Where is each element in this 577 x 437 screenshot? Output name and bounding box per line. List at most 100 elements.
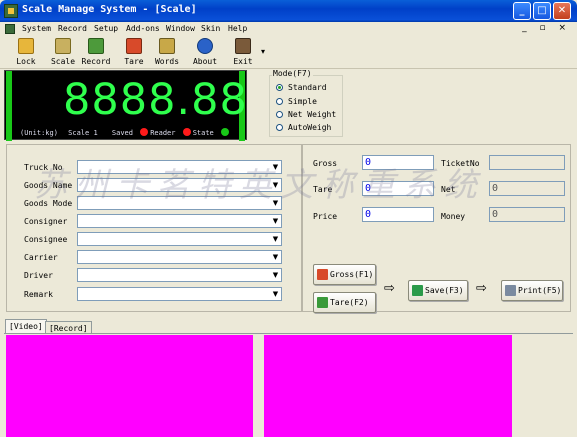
video-panel-1 — [6, 335, 253, 437]
tare-button[interactable]: Tare — [120, 38, 148, 68]
save-icon — [412, 285, 423, 296]
consigner-label: Consigner — [24, 217, 68, 226]
words-button[interactable]: Words — [152, 38, 182, 68]
truck-no-label: Truck No — [24, 163, 63, 172]
words-icon — [159, 38, 175, 54]
radio-unchecked-icon — [276, 124, 283, 131]
close-button[interactable]: ✕ — [553, 2, 571, 20]
state-label: State — [192, 129, 214, 137]
menu-skin[interactable]: Skin — [201, 24, 220, 33]
mode-simple-radio[interactable]: Simple — [276, 97, 317, 106]
menu-system[interactable]: System — [22, 24, 51, 33]
chevron-down-icon[interactable]: ▼ — [271, 289, 280, 299]
chevron-down-icon[interactable]: ▼ — [271, 216, 280, 226]
ticket-no-field — [489, 155, 565, 170]
tare-field[interactable]: 0 — [362, 181, 434, 196]
exit-button[interactable]: Exit — [230, 38, 256, 68]
ticket-no-label: TicketNo — [441, 159, 480, 168]
toolbar-overflow-icon[interactable]: ▾ — [261, 47, 265, 56]
about-icon — [197, 38, 213, 54]
consignee-combo[interactable]: ▼ — [77, 232, 282, 246]
state-led-icon — [221, 128, 229, 136]
record-icon — [88, 38, 104, 54]
goods-mode-combo[interactable]: ▼ — [77, 196, 282, 210]
remark-combo[interactable]: ▼ — [77, 287, 282, 301]
driver-label: Driver — [24, 271, 53, 280]
menu-window[interactable]: Window — [166, 24, 195, 33]
driver-combo[interactable]: ▼ — [77, 268, 282, 282]
consigner-combo[interactable]: ▼ — [77, 214, 282, 228]
mode-autoweigh-radio[interactable]: AutoWeigh — [276, 123, 331, 132]
mode-net-weight-radio[interactable]: Net Weight — [276, 110, 336, 119]
mdi-window-controls[interactable]: _ ▫ × — [522, 23, 571, 33]
menu-bar: System Record Setup Add-ons Window Skin … — [0, 22, 577, 36]
net-field: 0 — [489, 181, 565, 196]
chevron-down-icon[interactable]: ▼ — [271, 234, 280, 244]
left-indicator-bar — [6, 71, 12, 141]
truck-no-combo[interactable]: ▼ — [77, 160, 282, 174]
menu-setup[interactable]: Setup — [94, 24, 118, 33]
goods-mode-label: Goods Mode — [24, 199, 73, 208]
toolbar: Lock Scale Record Tare Words About Exit … — [0, 37, 577, 69]
consignee-label: Consignee — [24, 235, 68, 244]
scale-button[interactable]: Scale — [48, 38, 78, 68]
maximize-button[interactable]: □ — [533, 2, 551, 20]
gross-button[interactable]: Gross(F1) — [313, 264, 376, 285]
mode-standard-radio[interactable]: Standard — [276, 83, 327, 92]
tab-video[interactable]: [Video] — [5, 319, 47, 333]
menu-addons[interactable]: Add-ons — [126, 24, 160, 33]
weight-reading: 8888.88 — [63, 75, 248, 125]
carrier-label: Carrier — [24, 253, 58, 262]
scale-label: Scale 1 — [68, 129, 98, 137]
title-bar: Scale Manage System - [Scale] _ □ ✕ — [0, 0, 577, 22]
reader-led-icon — [182, 128, 191, 136]
print-button[interactable]: Print(F5) — [501, 280, 563, 301]
lock-button[interactable]: Lock — [12, 38, 40, 68]
window-title: Scale Manage System - [Scale] — [22, 4, 197, 15]
gross-label: Gross — [313, 159, 338, 168]
printer-icon — [505, 285, 516, 296]
video-panel-2 — [264, 335, 512, 437]
exit-icon — [235, 38, 251, 54]
record-button[interactable]: Record — [80, 38, 112, 68]
radio-unchecked-icon — [276, 111, 283, 118]
save-button[interactable]: Save(F3) — [408, 280, 468, 301]
gross-field[interactable]: 0 — [362, 155, 434, 170]
arrow-right-icon: ⇨ — [476, 281, 487, 296]
chevron-down-icon[interactable]: ▼ — [271, 162, 280, 172]
lock-icon — [18, 38, 34, 54]
price-label: Price — [313, 212, 338, 221]
truck-icon — [317, 297, 328, 308]
about-button[interactable]: About — [190, 38, 220, 68]
truck-icon — [317, 269, 328, 280]
saved-led-icon — [140, 128, 149, 136]
price-field[interactable]: 0 — [362, 207, 434, 222]
goods-name-combo[interactable]: ▼ — [77, 178, 282, 192]
menu-help[interactable]: Help — [228, 24, 247, 33]
menu-record[interactable]: Record — [58, 24, 87, 33]
display-status-line: (Unit:kg) Scale 1 Saved Reader State — [20, 128, 231, 137]
app-icon — [4, 4, 18, 18]
reader-label: Reader — [150, 129, 176, 137]
radio-checked-icon — [276, 84, 283, 91]
mdi-child-icon[interactable] — [5, 24, 15, 34]
unit-label: (Unit:kg) — [20, 129, 58, 137]
mode-group-title: Mode(F7) — [272, 69, 313, 78]
money-field: 0 — [489, 207, 565, 222]
chevron-down-icon[interactable]: ▼ — [271, 270, 280, 280]
truck-icon — [126, 38, 142, 54]
saved-label: Saved — [111, 129, 133, 137]
arrow-right-icon: ⇨ — [384, 281, 395, 296]
tare-label: Tare — [313, 185, 333, 194]
chevron-down-icon[interactable]: ▼ — [271, 180, 280, 190]
tab-record[interactable]: [Record] — [45, 321, 92, 333]
chevron-down-icon[interactable]: ▼ — [271, 252, 280, 262]
minimize-button[interactable]: _ — [513, 2, 531, 20]
radio-unchecked-icon — [276, 98, 283, 105]
chevron-down-icon[interactable]: ▼ — [271, 198, 280, 208]
money-label: Money — [441, 212, 466, 221]
tare-action-button[interactable]: Tare(F2) — [313, 292, 376, 313]
carrier-combo[interactable]: ▼ — [77, 250, 282, 264]
remark-label: Remark — [24, 290, 53, 299]
scale-icon — [55, 38, 71, 54]
